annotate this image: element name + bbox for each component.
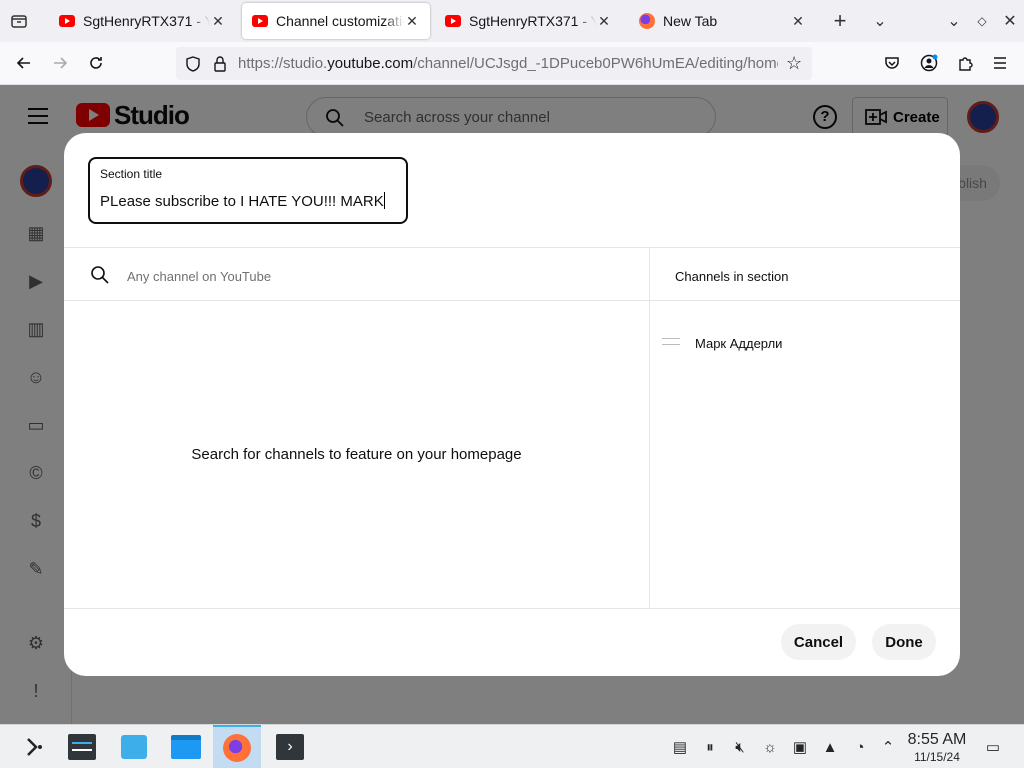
youtube-icon	[59, 15, 75, 27]
file-manager-task[interactable]	[162, 725, 210, 768]
tab-4-label: New Tab	[663, 13, 718, 29]
url-text[interactable]: https://studio.youtube.com/channel/UCJsg…	[238, 55, 778, 72]
done-button[interactable]: Done	[872, 624, 936, 660]
tray-expand-icon[interactable]: ⌃	[878, 737, 898, 757]
shield-icon[interactable]	[184, 55, 202, 73]
extensions-button[interactable]	[950, 48, 980, 78]
browser-tab-bar: SgtHenryRTX371 - Yo ✕ Channel customizat…	[0, 0, 1024, 42]
clock-date: 11/15/24	[914, 750, 960, 764]
done-label: Done	[885, 633, 923, 651]
clipboard-icon[interactable]: ▤	[670, 737, 690, 757]
section-title-label: Section title	[100, 167, 163, 181]
app-launcher-button[interactable]	[10, 725, 58, 768]
new-tab-button[interactable]: +	[826, 0, 854, 42]
pocket-button[interactable]	[877, 48, 907, 78]
terminal-icon: ›	[276, 734, 304, 760]
url-bar[interactable]: https://studio.youtube.com/channel/UCJsg…	[176, 47, 812, 80]
media-pause-icon[interactable]: ⏸	[700, 737, 720, 757]
back-button[interactable]	[9, 48, 39, 78]
reload-button[interactable]	[81, 48, 111, 78]
tab-2[interactable]: Channel customizatio ✕	[242, 3, 430, 39]
tab-1[interactable]: SgtHenryRTX371 - Yo ✕	[49, 3, 236, 39]
featured-channels-dialog: Section title PLease subscribe to I HATE…	[64, 133, 960, 676]
minimize-icon[interactable]: ⌄	[940, 0, 968, 42]
close-icon[interactable]: ✕	[404, 13, 420, 30]
lock-icon[interactable]	[212, 55, 228, 73]
clock[interactable]: 8:55 AM 11/15/24	[904, 731, 970, 764]
text-caret	[383, 192, 385, 209]
storage-icon[interactable]: ▣	[790, 737, 810, 757]
tab-list-icon	[11, 15, 27, 28]
column-divider	[649, 247, 650, 608]
tab-list-button[interactable]	[0, 0, 38, 42]
cancel-button[interactable]: Cancel	[781, 624, 856, 660]
window-close-icon[interactable]: ✕	[996, 0, 1024, 42]
maximize-icon[interactable]: ◇	[968, 0, 996, 42]
youtube-icon	[445, 15, 461, 27]
system-settings-task[interactable]	[58, 725, 106, 768]
section-title-input[interactable]: PLease subscribe to I HATE YOU!!! MARK	[100, 192, 385, 210]
account-button[interactable]	[914, 48, 944, 78]
account-icon	[920, 54, 938, 72]
reload-icon	[90, 57, 102, 69]
section-title-field[interactable]: Section title PLease subscribe to I HATE…	[88, 157, 408, 224]
divider	[64, 608, 960, 609]
pocket-icon	[885, 57, 899, 69]
youtube-icon	[252, 15, 268, 27]
settings-app-icon	[68, 734, 96, 760]
forward-arrow-icon	[54, 57, 68, 69]
tab-3[interactable]: SgtHenryRTX371 - Yo ✕	[435, 3, 622, 39]
channels-in-section-header: Channels in section	[675, 269, 789, 284]
clock-time: 8:55 AM	[907, 731, 967, 748]
tab-1-label: SgtHenryRTX371 - Yo	[83, 13, 210, 29]
taskbar: › ▤ ⏸ 🔇︎ ☼ ▣ ▲ ◔ ⌃ 8:55 AM 11/15/24 ▭	[0, 724, 1024, 768]
store-bag-icon	[121, 735, 147, 759]
discover-task[interactable]	[110, 725, 158, 768]
firefox-icon	[639, 13, 655, 29]
drag-handle-icon[interactable]	[662, 338, 680, 345]
menu-button[interactable]	[985, 48, 1015, 78]
close-icon[interactable]: ✕	[596, 13, 612, 30]
featured-channel-item[interactable]: Марк Аддерли	[695, 336, 782, 351]
network-icon[interactable]: ◔	[850, 737, 870, 757]
firefox-icon	[223, 734, 251, 762]
chevron-down-icon[interactable]: ⌄	[866, 0, 894, 42]
tab-4[interactable]: New Tab ✕	[629, 3, 816, 39]
back-arrow-icon	[16, 57, 30, 69]
empty-state-message: Search for channels to feature on your h…	[191, 446, 522, 463]
close-icon[interactable]: ✕	[790, 13, 806, 30]
brightness-icon[interactable]: ☼	[760, 737, 780, 757]
forward-button[interactable]	[45, 48, 75, 78]
screenshot-icon[interactable]: ▲	[820, 737, 840, 757]
search-icon	[91, 266, 109, 284]
launcher-icon	[27, 738, 42, 756]
channel-search-input[interactable]: Any channel on YouTube	[127, 269, 271, 284]
bookmark-star-icon[interactable]: ☆	[786, 53, 802, 74]
puzzle-icon	[959, 57, 973, 71]
folder-icon	[171, 735, 201, 759]
terminal-task[interactable]: ›	[266, 725, 314, 768]
divider	[64, 300, 960, 301]
tab-3-label: SgtHenryRTX371 - Yo	[469, 13, 596, 29]
show-desktop-icon[interactable]: ▭	[983, 737, 1003, 757]
volume-muted-icon[interactable]: 🔇︎	[730, 737, 750, 757]
tab-2-label: Channel customizatio	[276, 13, 404, 29]
divider	[64, 247, 960, 248]
hamburger-icon	[994, 57, 1006, 69]
firefox-task[interactable]	[213, 725, 261, 768]
close-icon[interactable]: ✕	[210, 13, 226, 30]
browser-nav-bar: https://studio.youtube.com/channel/UCJsg…	[0, 42, 1024, 85]
cancel-label: Cancel	[793, 633, 844, 651]
